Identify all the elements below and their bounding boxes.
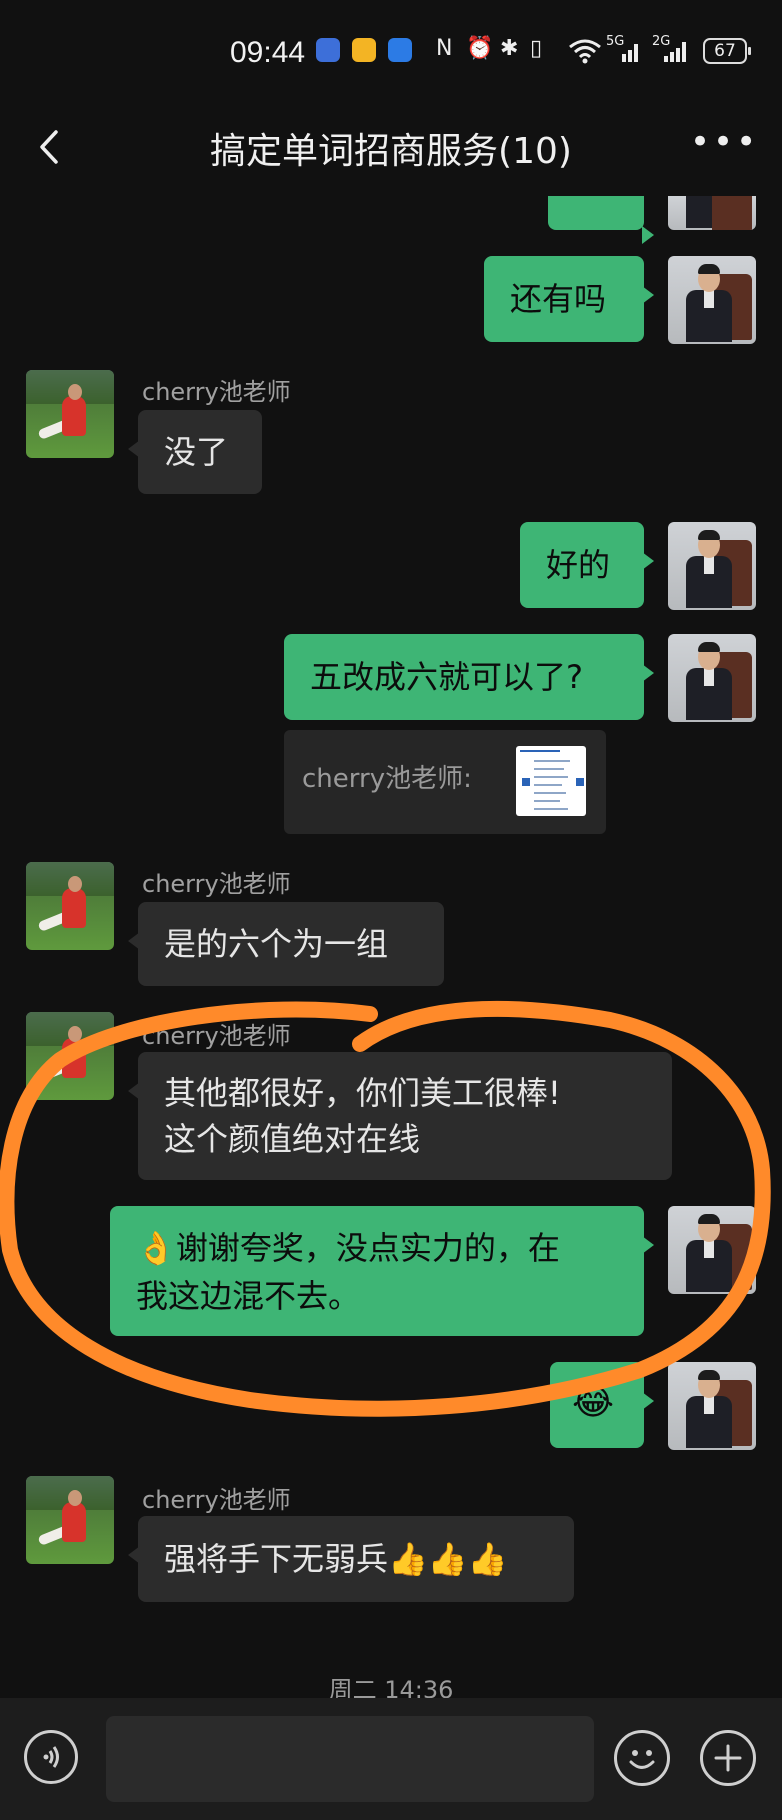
message-bubble-outgoing[interactable]: 👌谢谢夸奖，没点实力的，在 我这边混不去。 — [110, 1206, 654, 1336]
message-bubble-incoming[interactable]: 是的六个为一组 — [128, 902, 444, 986]
bluetooth-icon: ✱ — [500, 36, 519, 61]
avatar[interactable] — [668, 1206, 756, 1294]
message-bubble-incoming[interactable]: 其他都很好，你们美工很棒! 这个颜值绝对在线 — [128, 1052, 672, 1180]
message-bubble-outgoing[interactable]: 五改成六就可以了? — [284, 634, 654, 720]
message-text-line: 我这边混不去。 — [136, 1277, 361, 1315]
message-bubble-outgoing-partial[interactable] — [548, 196, 654, 244]
message-bubble-outgoing[interactable]: 😂 — [550, 1362, 654, 1448]
avatar[interactable] — [26, 862, 114, 950]
avatar[interactable] — [668, 1362, 756, 1450]
sender-name: cherry池老师 — [142, 1486, 291, 1514]
wifi-icon — [569, 39, 601, 64]
message-input[interactable] — [106, 1716, 594, 1802]
avatar[interactable] — [26, 370, 114, 458]
quoted-message[interactable]: cherry池老师: — [284, 730, 606, 834]
signal-1-icon — [622, 44, 638, 62]
signal-2-icon — [664, 42, 686, 62]
avatar[interactable] — [668, 256, 756, 344]
avatar[interactable] — [668, 522, 756, 610]
message-text: 没了 — [164, 433, 229, 471]
message-bubble-outgoing[interactable]: 好的 — [520, 522, 654, 608]
message-text-line: 这个颜值绝对在线 — [164, 1120, 421, 1158]
avatar[interactable] — [26, 1476, 114, 1564]
sender-name: cherry池老师 — [142, 1022, 291, 1050]
calendar-app-icon — [316, 38, 340, 62]
notes-app-icon — [352, 38, 376, 62]
message-text: 还有吗 — [510, 280, 607, 318]
plus-icon[interactable] — [700, 1730, 756, 1786]
battery-indicator: 67 — [703, 38, 751, 64]
avatar[interactable] — [26, 1012, 114, 1100]
tips-app-icon — [388, 38, 412, 62]
avatar[interactable] — [668, 196, 756, 230]
sender-name: cherry池老师 — [142, 870, 291, 898]
message-text: 好的 — [546, 546, 611, 584]
message-text: 强将手下无弱兵👍👍👍 — [164, 1540, 508, 1578]
quoted-sender: cherry池老师: — [302, 764, 472, 794]
laughing-crying-emoji-icon: 😂 — [572, 1382, 615, 1423]
quoted-image-thumbnail[interactable] — [516, 746, 586, 816]
message-text: 五改成六就可以了? — [310, 658, 583, 696]
emoji-icon[interactable] — [614, 1730, 670, 1786]
sender-name: cherry池老师 — [142, 378, 291, 406]
status-bar: 09:44 N ⏰ ✱ ▯ 5G 2G 67 — [0, 0, 782, 100]
message-bubble-incoming[interactable]: 没了 — [128, 410, 262, 494]
alarm-icon: ⏰ — [466, 36, 494, 61]
vibrate-icon: ▯ — [530, 36, 543, 61]
more-dots-icon[interactable]: ••• — [690, 122, 759, 162]
message-bubble-incoming[interactable]: 强将手下无弱兵👍👍👍 — [128, 1516, 574, 1602]
status-time: 09:44 — [230, 36, 306, 69]
message-bubble-outgoing[interactable]: 还有吗 — [484, 256, 654, 342]
message-text: 是的六个为一组 — [164, 925, 389, 963]
message-text-line: 👌谢谢夸奖，没点实力的，在 — [136, 1229, 560, 1267]
message-text-line: 其他都很好，你们美工很棒! — [164, 1074, 561, 1112]
avatar[interactable] — [668, 634, 756, 722]
chat-title: 搞定单词招商服务(10) — [210, 131, 572, 172]
nfc-icon: N — [436, 36, 453, 61]
voice-icon[interactable] — [24, 1730, 78, 1784]
